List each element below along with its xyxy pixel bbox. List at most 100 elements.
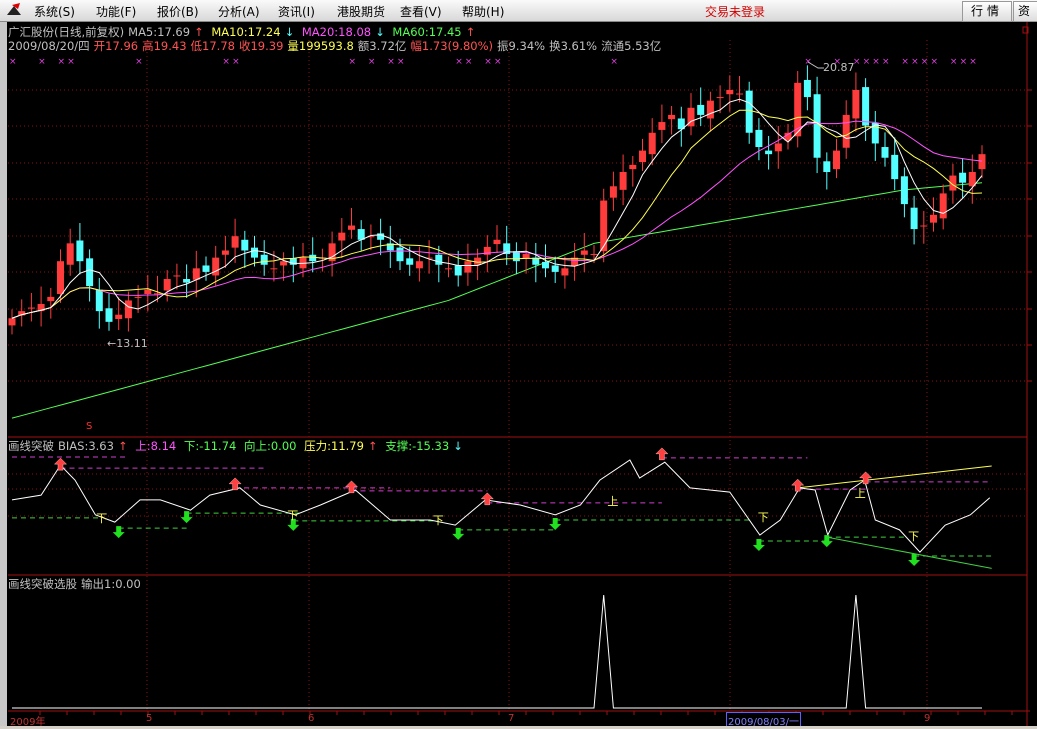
- down-value: 下:-11.74: [183, 439, 237, 453]
- candle-up: [270, 268, 278, 270]
- candle-down: [697, 104, 705, 115]
- candle-down: [251, 247, 258, 258]
- down-label: 下: [908, 529, 920, 543]
- candle-up: [144, 289, 152, 295]
- selector-header: 画线突破选股 输出1:0.00: [8, 576, 145, 592]
- close-price: 收19.39: [238, 39, 284, 53]
- candle-up: [930, 214, 937, 223]
- top-marker: ×: [67, 57, 75, 67]
- candle-down: [260, 254, 268, 265]
- candle-up: [774, 143, 782, 152]
- candle-up: [629, 164, 637, 170]
- candle-up: [658, 122, 666, 130]
- arrow-down-icon: ↓: [375, 25, 385, 39]
- top-marker: ×: [397, 57, 405, 67]
- ma5-value: MA5:17.69: [128, 25, 191, 39]
- candle-up: [716, 97, 724, 99]
- candle-up: [978, 154, 986, 170]
- candle-up: [474, 257, 482, 265]
- down-label: 下: [96, 511, 108, 525]
- candle-down: [76, 240, 84, 262]
- top-marker: ×: [465, 57, 473, 67]
- candle-down: [95, 289, 103, 312]
- pressure-value: 压力:11.79: [304, 439, 364, 453]
- top-marker: ×: [484, 57, 492, 67]
- candle-up: [66, 243, 74, 265]
- candle-up: [639, 150, 646, 163]
- ma10-value: MA10:17.24: [211, 25, 281, 39]
- candle-up: [619, 172, 627, 190]
- candle-down: [765, 150, 773, 155]
- top-marker: ×: [232, 57, 240, 67]
- candle-up: [163, 279, 171, 291]
- top-marker: ×: [222, 57, 230, 67]
- candle-up: [124, 300, 132, 319]
- kline-chart[interactable]: × × × × × × × × × × × × × × × × × × × × × × × × × × × × ×: [0, 0, 1037, 729]
- candle-down: [881, 147, 889, 158]
- candle-down: [435, 254, 443, 265]
- candle-up: [47, 296, 55, 302]
- candle-up: [338, 232, 346, 241]
- candle-down: [241, 239, 249, 251]
- candle-down: [862, 87, 870, 126]
- candle-down: [910, 207, 918, 230]
- candle-down: [745, 90, 753, 133]
- x-axis-label-may: 5: [146, 713, 153, 724]
- candle-up: [580, 250, 588, 255]
- top-marker: ×: [960, 57, 968, 67]
- main-header-line2: 2009/08/20/四 开17.96 高19.43 低17.78 收19.39 量199…: [8, 38, 665, 54]
- down-label: 下: [432, 514, 444, 527]
- candle-up: [134, 296, 142, 298]
- change: 幅1.73(9.80%): [410, 39, 494, 53]
- candle-up: [8, 318, 16, 326]
- ma60-value: MA60:17.45: [392, 25, 462, 39]
- candle-down: [803, 79, 811, 98]
- support-value: 支撑:-15.33: [385, 439, 450, 453]
- candle-up: [27, 307, 35, 309]
- s-marker: S: [86, 421, 93, 432]
- top-marker: ×: [9, 57, 17, 67]
- arrow-up-icon: ↑: [117, 439, 128, 453]
- candle-down: [406, 258, 414, 265]
- top-marker: ×: [863, 57, 871, 67]
- top-marker: ×: [135, 57, 143, 67]
- candle-down: [551, 265, 559, 272]
- candle-down: [755, 129, 763, 148]
- top-marker: ×: [931, 57, 939, 67]
- high-marker: 20.87: [823, 61, 855, 74]
- low-price: 低17.78: [190, 39, 235, 53]
- top-marker: ×: [882, 57, 890, 67]
- candle-up: [600, 200, 608, 252]
- top-marker: ×: [58, 57, 66, 67]
- candle-up: [231, 236, 239, 248]
- x-axis-label-sep: 9: [924, 713, 931, 724]
- top-marker: ×: [911, 57, 919, 67]
- top-marker: ×: [349, 57, 357, 67]
- arrow-up-icon: ↑: [465, 25, 476, 39]
- candle-up: [173, 275, 181, 277]
- candle-down: [454, 265, 462, 276]
- candle-down: [396, 247, 404, 262]
- x-axis-label-jul: 7: [508, 713, 515, 724]
- candle-up: [609, 186, 617, 198]
- candle-up: [493, 239, 501, 245]
- selector-output: 输出1:0.00: [81, 577, 141, 591]
- selector-name: 画线突破选股: [8, 577, 77, 591]
- high-price: 高19.43: [142, 39, 187, 53]
- candle-up: [280, 261, 288, 266]
- up-label: 上: [607, 494, 619, 508]
- arrow-down-icon: ↓: [453, 439, 463, 453]
- indicator-name: 画线突破: [8, 439, 54, 453]
- candle-up: [415, 261, 423, 269]
- candle-up: [561, 268, 569, 276]
- amplitude: 振9.34%: [497, 39, 546, 53]
- candle-down: [105, 308, 113, 322]
- candle-up: [445, 268, 452, 270]
- candle-up: [221, 250, 229, 255]
- arrow-up-icon: ↑: [367, 439, 378, 453]
- candle-up: [668, 114, 676, 120]
- candle-down: [86, 258, 94, 287]
- turnover: 换3.61%: [549, 39, 598, 53]
- candle-up: [464, 261, 472, 273]
- candle-up: [726, 89, 734, 95]
